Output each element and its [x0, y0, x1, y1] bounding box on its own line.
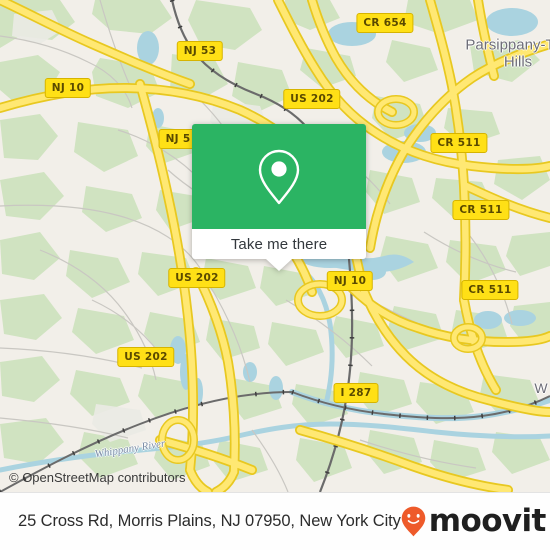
road-shield: US 202 — [168, 268, 226, 288]
osm-attribution[interactable]: © OpenStreetMap contributors — [9, 470, 186, 485]
place-label: W — [534, 380, 548, 396]
address-label: 25 Cross Rd, Morris Plains, NJ 07950, Ne… — [18, 512, 401, 530]
moovit-pin-icon — [401, 506, 426, 537]
road-shield: I 287 — [333, 383, 379, 403]
moovit-wordmark: moovit — [428, 503, 547, 539]
road-shield: CR 654 — [356, 13, 414, 33]
callout-header — [192, 124, 366, 229]
road-shield: CR 511 — [461, 280, 519, 300]
place-label: Hills — [503, 53, 533, 71]
map-canvas[interactable]: NJ 53 NJ 10 CR 654 US 202 CR 511 NJ 5 CR 511 US… — [0, 0, 550, 492]
take-me-there-label: Take me there — [230, 235, 328, 253]
location-callout-card[interactable]: Take me there — [192, 124, 366, 271]
road-shield: NJ 53 — [176, 41, 224, 61]
take-me-there-button[interactable]: Take me there — [192, 229, 366, 259]
road-shield: NJ 10 — [44, 78, 92, 98]
place-label: Parsippany-T — [465, 36, 550, 54]
road-shield: NJ 10 — [326, 271, 374, 291]
map-pin-icon — [258, 149, 300, 204]
footer-bar: 25 Cross Rd, Morris Plains, NJ 07950, Ne… — [0, 492, 550, 550]
road-shield: US 202 — [117, 347, 175, 367]
road-shield: CR 511 — [452, 200, 510, 220]
road-shield: CR 511 — [430, 133, 488, 153]
callout-tail — [266, 259, 292, 271]
moovit-map-screen: NJ 53 NJ 10 CR 654 US 202 CR 511 NJ 5 CR 511 US… — [0, 0, 550, 550]
moovit-logo[interactable]: moovit — [401, 506, 546, 537]
road-shield: US 202 — [283, 89, 341, 109]
